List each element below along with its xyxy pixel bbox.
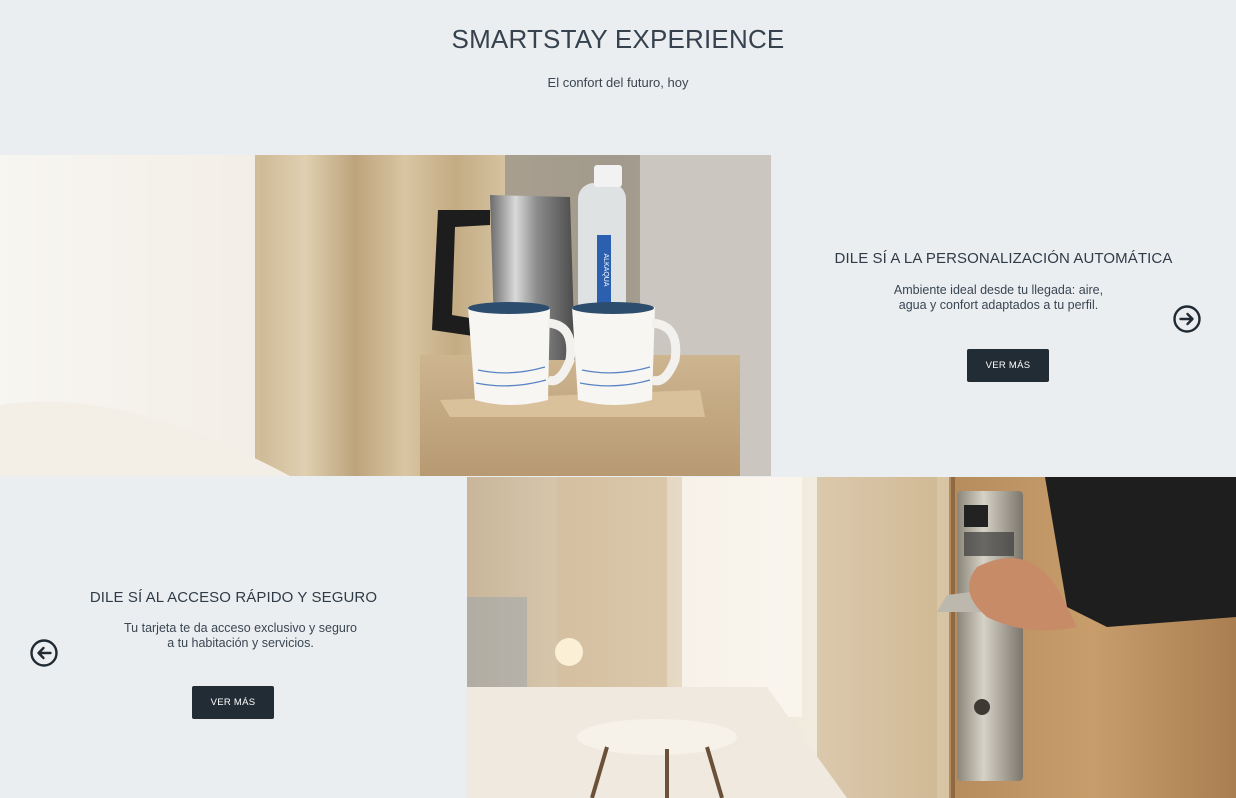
feature-panel-personalization: DILE SÍ A LA PERSONALIZACIÓN AUTOMÁTICA …: [771, 155, 1236, 476]
kettle-cups-photo: ALKAQUA: [0, 155, 771, 476]
feature-description-line: Tu tarjeta te da acceso exclusivo y segu…: [124, 621, 357, 635]
feature-description-line: Ambiente ideal desde tu llegada: aire,: [893, 283, 1104, 297]
feature-section-access: DILE SÍ AL ACCESO RÁPIDO Y SEGURO Tu tar…: [0, 477, 1236, 798]
feature-description-line: agua y confort adaptados a tu perfil.: [898, 298, 1099, 312]
ver-mas-button[interactable]: VER MÁS: [967, 349, 1049, 382]
bottle-label: ALKAQUA: [602, 253, 609, 286]
feature-title: DILE SÍ AL ACCESO RÁPIDO Y SEGURO: [89, 589, 378, 606]
page-subtitle: El confort del futuro, hoy: [547, 75, 689, 90]
door-handle-photo: [467, 477, 1236, 798]
feature-description: Tu tarjeta te da acceso exclusivo y segu…: [116, 621, 366, 651]
page-header: SMARTSTAY EXPERIENCE El confort del futu…: [0, 0, 1236, 155]
feature-panel-access: DILE SÍ AL ACCESO RÁPIDO Y SEGURO Tu tar…: [0, 477, 467, 798]
ver-mas-button[interactable]: VER MÁS: [192, 686, 274, 719]
arrow-left-circle-icon[interactable]: [29, 638, 59, 668]
page-title: SMARTSTAY EXPERIENCE: [451, 24, 785, 54]
feature-section-personalization: ALKAQUA DILE SÍ A LA PERSONALIZACIÓN AUT…: [0, 155, 1236, 476]
feature-description: Ambiente ideal desde tu llegada: aire, a…: [874, 283, 1124, 313]
feature-description-line: a tu habitación y servicios.: [167, 636, 314, 650]
feature-title: DILE SÍ A LA PERSONALIZACIÓN AUTOMÁTICA: [834, 250, 1173, 267]
arrow-right-circle-icon[interactable]: [1172, 304, 1202, 334]
